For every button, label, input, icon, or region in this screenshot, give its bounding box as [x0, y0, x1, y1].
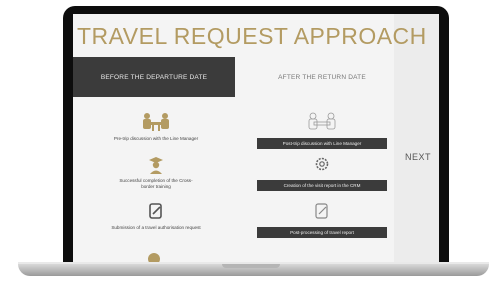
before-step-3: Submission of a travel authorisation req…	[91, 202, 221, 231]
next-panel	[394, 14, 439, 262]
graduate-icon	[149, 157, 163, 174]
laptop-notch	[222, 264, 280, 268]
after-step-3-label: Post-processing of travel report	[257, 227, 387, 238]
after-step-2-label: Creation of the visit report in the CRM	[257, 180, 387, 191]
after-header: AFTER THE RETURN DATE	[278, 73, 366, 81]
meeting-outline-icon	[308, 112, 336, 130]
after-step-1: Post-trip discussion with Line Manager	[249, 110, 395, 149]
laptop-frame: TRAVEL REQUEST APPROACH BEFORE THE DEPAR…	[0, 0, 501, 282]
next-button[interactable]: NEXT	[405, 152, 431, 162]
partial-step-icon	[148, 253, 160, 262]
before-step-2: Successful completion of the Cross-borde…	[91, 156, 221, 190]
before-step-1: Pre-trip discussion with the Line Manage…	[91, 110, 221, 142]
after-step-1-label: Post-trip discussion with Line Manager	[257, 138, 387, 149]
edit-document-icon	[149, 203, 162, 219]
meeting-icon	[143, 113, 169, 131]
before-step-2-label: Successful completion of the Cross-borde…	[119, 178, 193, 189]
before-step-1-label: Pre-trip discussion with the Line Manage…	[113, 136, 199, 141]
after-step-3: Post-processing of travel report	[249, 202, 395, 238]
gear-icon	[315, 157, 329, 171]
slide-title: TRAVEL REQUEST APPROACH	[77, 23, 427, 49]
before-header: BEFORE THE DEPARTURE DATE	[73, 57, 235, 97]
edit-document-outline-icon	[315, 203, 328, 219]
slide-screen: TRAVEL REQUEST APPROACH BEFORE THE DEPAR…	[73, 14, 439, 262]
after-step-2: Creation of the visit report in the CRM	[249, 156, 395, 191]
before-step-3-label: Submission of a travel authorisation req…	[111, 225, 201, 230]
